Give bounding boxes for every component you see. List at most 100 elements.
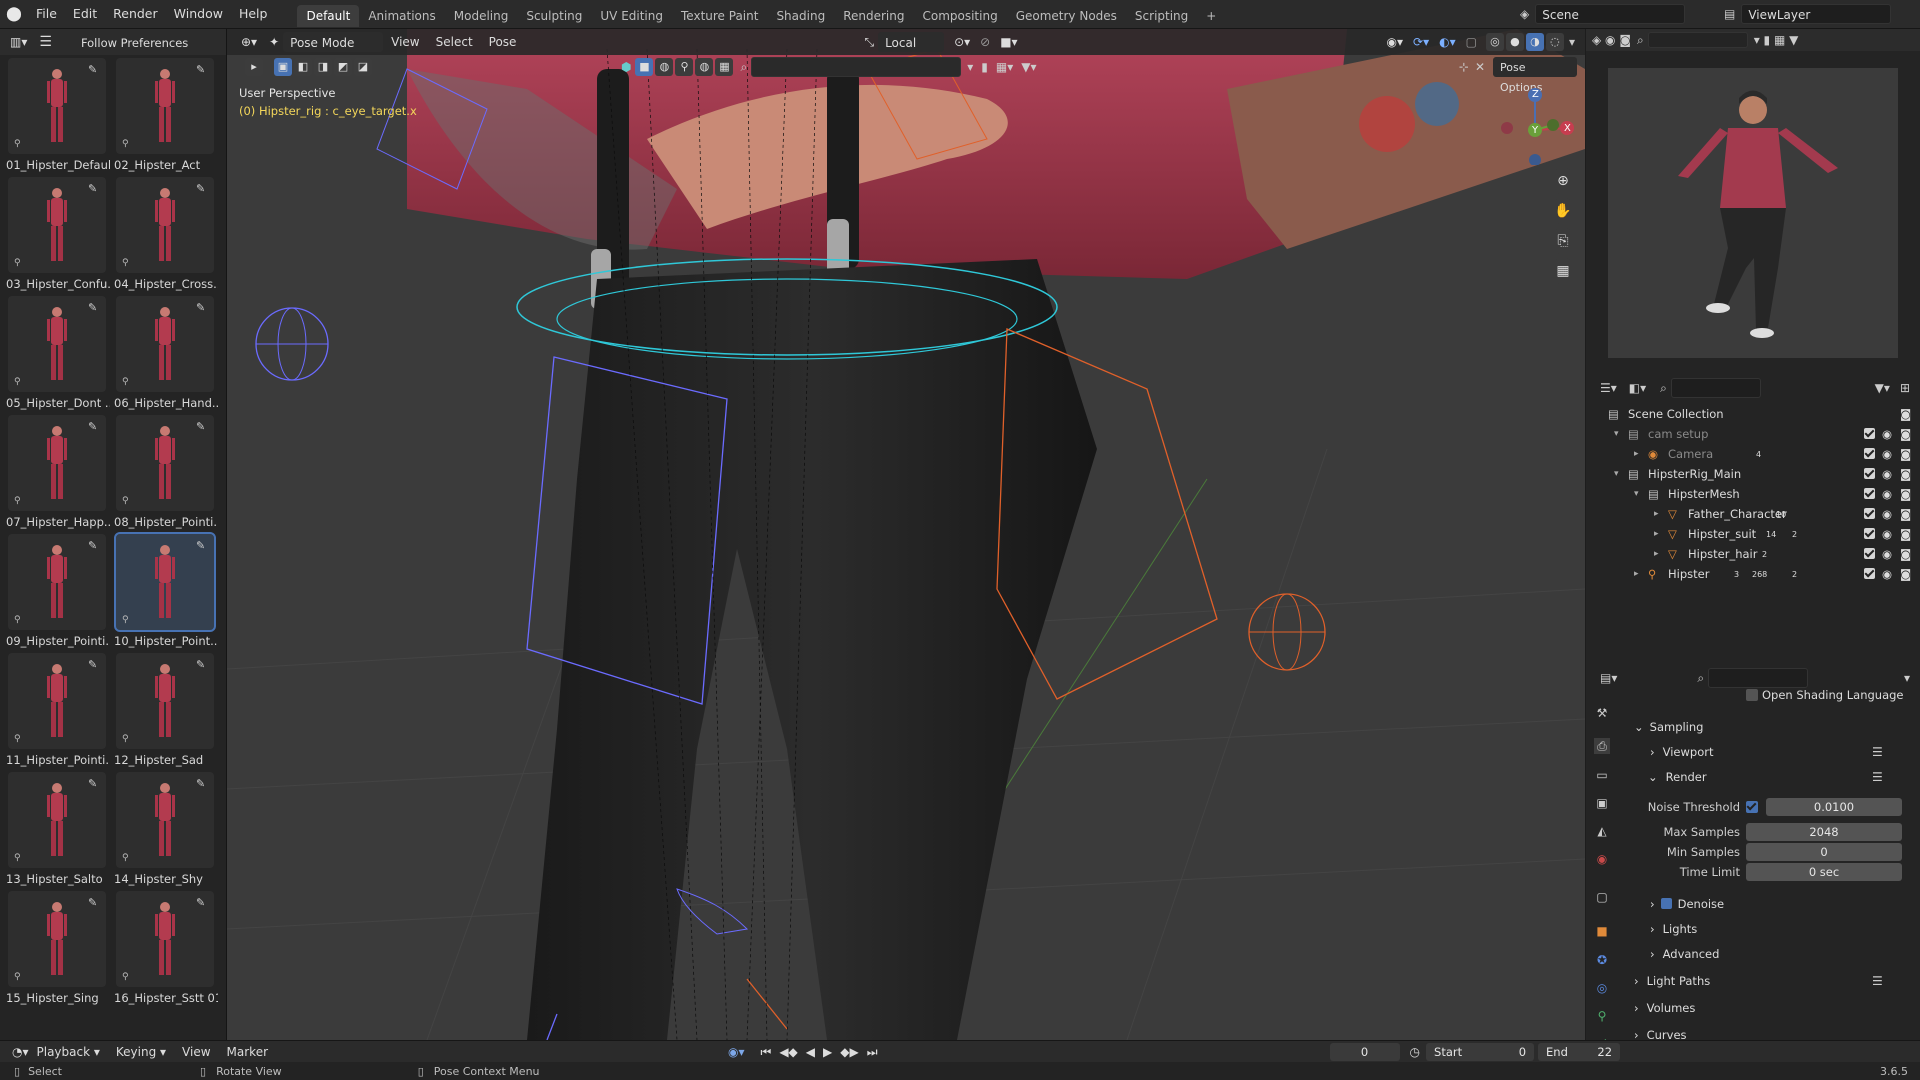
preview-search-icon[interactable]: ⌕ [1637, 33, 1644, 48]
viewport-search-input[interactable] [751, 57, 962, 77]
play-reverse-icon[interactable]: ◀ [806, 1045, 815, 1059]
exclude-checkbox[interactable] [1864, 568, 1875, 579]
expand-toggle-icon[interactable]: ▾ [1634, 484, 1639, 504]
eye-visibility-icon[interactable]: ◉ [1882, 464, 1892, 484]
asset-thumbnail[interactable]: ✎ ⚲ [116, 296, 214, 392]
expand-toggle-icon[interactable]: ▸ [1654, 504, 1659, 524]
edit-pose-icon[interactable]: ✎ [88, 540, 100, 552]
outliner-row[interactable]: ▸ ▽ Hipster_suit ◉ ◙ [1586, 524, 1920, 544]
play-icon[interactable]: ▶ [823, 1045, 832, 1059]
exclude-checkbox[interactable] [1864, 428, 1875, 439]
asset-thumbnail[interactable]: ✎ ⚲ [8, 653, 106, 749]
edit-pose-icon[interactable]: ✎ [88, 421, 100, 433]
outliner-row[interactable]: ▾ ▤ HipsterRig_Main ◉ ◙ [1586, 464, 1920, 484]
orientation-dropdown[interactable]: Local [878, 32, 945, 52]
viewport-presets-icon[interactable]: ☰ [1872, 745, 1883, 759]
camera-render-icon[interactable]: ◙ [1900, 524, 1911, 544]
jump-keyframe-forward-icon[interactable]: ◆▶ [840, 1045, 858, 1059]
osl-checkbox[interactable] [1746, 689, 1758, 701]
jump-end-icon[interactable]: ⏭ [867, 1045, 878, 1060]
asset-thumbnail[interactable]: ✎ ⚲ [116, 891, 214, 987]
camera-view-icon[interactable]: ⎘ [1550, 228, 1576, 254]
tab-texture-paint[interactable]: Texture Paint [672, 5, 767, 27]
preview-editor-icon[interactable]: ◈ ◉ ◙ [1592, 33, 1631, 47]
edit-pose-icon[interactable]: ✎ [88, 183, 100, 195]
output-tab-icon[interactable]: ▭ [1594, 767, 1610, 783]
filter-armature-icon[interactable]: ⚲ [675, 58, 694, 76]
tab-modeling[interactable]: Modeling [445, 5, 518, 27]
preview-search-input[interactable] [1647, 32, 1748, 48]
camera-render-icon[interactable]: ◙ [1900, 484, 1911, 504]
asset-thumbnail[interactable]: ✎ ⚲ [8, 891, 106, 987]
camera-render-icon[interactable]: ◙ [1900, 544, 1911, 564]
mode-dropdown[interactable]: Pose Mode [283, 32, 384, 52]
viewport-subpanel-header[interactable]: › Viewport [1650, 745, 1713, 759]
menu-render[interactable]: Render [105, 0, 166, 28]
modifiers-tab-icon[interactable]: ✪ [1594, 952, 1610, 968]
proportional-edit-icon[interactable]: ■▾ [1000, 35, 1017, 49]
collection-tab-icon[interactable]: ▢ [1594, 889, 1610, 905]
tab-geometry-nodes[interactable]: Geometry Nodes [1007, 5, 1126, 27]
camera-render-icon[interactable]: ◙ [1900, 424, 1911, 444]
object-tab-icon[interactable]: ■ [1594, 923, 1610, 939]
max-samples-field[interactable]: 2048 [1746, 823, 1902, 841]
bookmark-icon[interactable]: ▮ [981, 60, 988, 74]
menu-edit[interactable]: Edit [65, 0, 105, 28]
shading-rendered-icon[interactable]: ◌ [1545, 33, 1564, 51]
properties-search-input[interactable] [1708, 668, 1809, 688]
funnel-icon[interactable]: ▼▾ [1021, 60, 1036, 74]
visibility-icon[interactable]: ◉▾ [1387, 35, 1404, 49]
viewport-search-icon[interactable]: ⌕ [740, 60, 747, 75]
render-presets-icon[interactable]: ☰ [1872, 770, 1883, 784]
edit-pose-icon[interactable]: ✎ [196, 421, 208, 433]
viewport-menu-pose[interactable]: Pose [481, 35, 525, 49]
jump-keyframe-back-icon[interactable]: ◀◆ [779, 1045, 797, 1059]
camera-render-icon[interactable]: ◙ [1900, 564, 1911, 584]
camera-render-icon[interactable]: ◙ [1900, 444, 1911, 464]
gizmo-toggle-icon[interactable]: ⟳▾ [1413, 35, 1429, 49]
snap-icon[interactable]: ⊘ [980, 35, 990, 49]
tab-compositing[interactable]: Compositing [913, 5, 1006, 27]
select-box-icon[interactable]: ▣ [274, 58, 292, 76]
camera-render-icon[interactable]: ◙ [1900, 504, 1911, 524]
outliner-row[interactable]: ▸ ▽ Hipster_hair ◉ ◙ [1586, 544, 1920, 564]
shading-options-icon[interactable]: ▾ [1569, 35, 1575, 49]
shading-solid-icon[interactable]: ● [1505, 33, 1524, 51]
menu-file[interactable]: File [28, 0, 65, 28]
add-workspace-button[interactable]: + [1197, 5, 1225, 27]
edit-pose-icon[interactable]: ✎ [196, 183, 208, 195]
edit-pose-icon[interactable]: ✎ [196, 540, 208, 552]
ortho-grid-icon[interactable]: ▦ [1550, 258, 1576, 284]
exclude-checkbox[interactable] [1864, 468, 1875, 479]
edit-pose-icon[interactable]: ✎ [88, 302, 100, 314]
camera-render-icon[interactable]: ◙ [1900, 464, 1911, 484]
blender-logo-icon[interactable]: ⬤ [0, 6, 28, 22]
edit-pose-icon[interactable]: ✎ [88, 897, 100, 909]
outliner-search-icon[interactable]: ⌕ [1660, 381, 1667, 396]
noise-threshold-checkbox[interactable] [1746, 801, 1758, 813]
viewport-menu-select[interactable]: Select [428, 35, 481, 49]
shading-wireframe-icon[interactable]: ◎ [1485, 33, 1504, 51]
start-frame-field[interactable]: Start 0 [1426, 1043, 1535, 1061]
timeline-editor-icon[interactable]: ◔▾ [12, 1045, 29, 1059]
filter-mesh-icon[interactable]: ■ [635, 58, 654, 76]
filter-world-icon[interactable]: ◍ [695, 58, 714, 76]
collapse-icon[interactable]: ⊹ [1459, 60, 1469, 74]
asset-thumbnail[interactable]: ✎ ⚲ [116, 58, 214, 154]
asset-thumbnail[interactable]: ✎ ⚲ [8, 58, 106, 154]
viewport-menu-view[interactable]: View [383, 35, 427, 49]
light-paths-presets-icon[interactable]: ☰ [1872, 974, 1883, 988]
tool-tab-icon[interactable]: ⚒ [1594, 705, 1610, 721]
edit-pose-icon[interactable]: ✎ [88, 659, 100, 671]
layout-icon[interactable]: ▦▾ [996, 60, 1013, 74]
tab-uv-editing[interactable]: UV Editing [591, 5, 672, 27]
asset-thumbnail[interactable]: ✎ ⚲ [8, 534, 106, 630]
view-layer-tab-icon[interactable]: ▣ [1594, 795, 1610, 811]
filter-dropdown-icon[interactable]: ▾ [967, 60, 973, 74]
lights-subpanel-header[interactable]: › Lights [1650, 922, 1697, 936]
timeline-menu-keying[interactable]: Keying ▾ [108, 1045, 174, 1059]
sampling-panel-header[interactable]: ⌄ Sampling [1634, 720, 1703, 734]
eye-visibility-icon[interactable]: ◉ [1882, 564, 1892, 584]
exclude-checkbox[interactable] [1864, 528, 1875, 539]
tab-rendering[interactable]: Rendering [834, 5, 913, 27]
